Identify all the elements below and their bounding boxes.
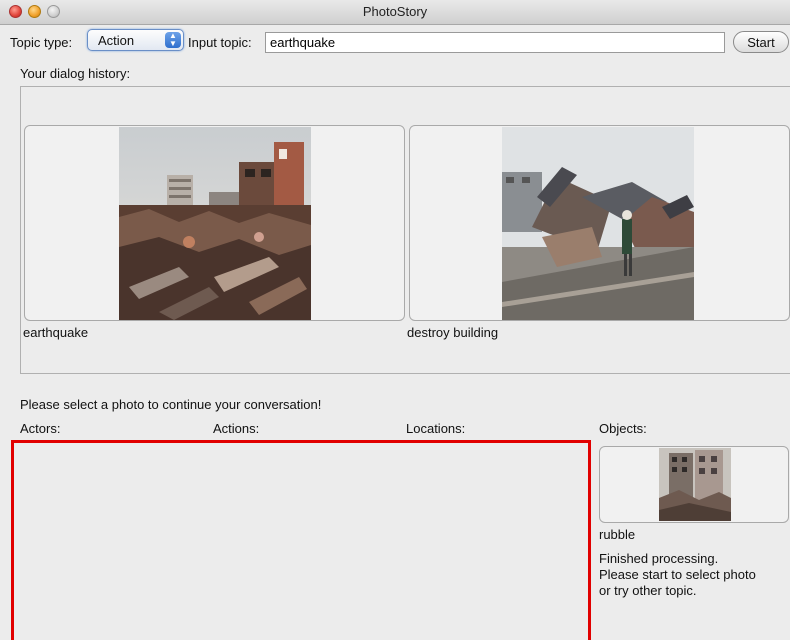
updown-arrows-icon: ▲ ▼ <box>165 32 181 48</box>
topic-type-label: Topic type: <box>10 35 73 50</box>
history-photo-caption: destroy building <box>407 325 499 340</box>
actions-column-label: Actions: <box>213 421 260 436</box>
title-bar: PhotoStory <box>0 0 790 25</box>
object-photo-image <box>659 448 731 521</box>
object-photo-caption: rubble <box>599 527 636 542</box>
window-title: PhotoStory <box>362 4 428 19</box>
select-photo-prompt: Please select a photo to continue your c… <box>20 397 322 412</box>
dialog-history-panel: earthquake destroy building <box>20 86 790 374</box>
history-photo-image <box>502 127 694 320</box>
history-photo-card[interactable] <box>24 125 405 321</box>
topic-input[interactable] <box>265 32 725 53</box>
locations-column-label: Locations: <box>406 421 466 436</box>
object-photo-card[interactable] <box>599 446 789 523</box>
results-highlight-frame <box>11 440 591 640</box>
status-line: Please start to select photo <box>599 567 756 582</box>
history-photo-image <box>119 127 311 320</box>
topic-type-value: Action <box>98 33 135 48</box>
input-topic-label: Input topic: <box>188 35 252 50</box>
status-message: Finished processing. Please start to sel… <box>599 551 784 599</box>
topic-type-select[interactable]: Action ▲ ▼ <box>87 29 184 51</box>
dialog-history-label: Your dialog history: <box>20 66 131 81</box>
actors-column-label: Actors: <box>20 421 61 436</box>
status-line: Finished processing. <box>599 551 719 566</box>
history-photo-caption: earthquake <box>23 325 89 340</box>
history-photo-card[interactable] <box>409 125 790 321</box>
objects-column-label: Objects: <box>599 421 647 436</box>
start-button[interactable]: Start <box>733 31 789 53</box>
status-line: or try other topic. <box>599 583 697 598</box>
